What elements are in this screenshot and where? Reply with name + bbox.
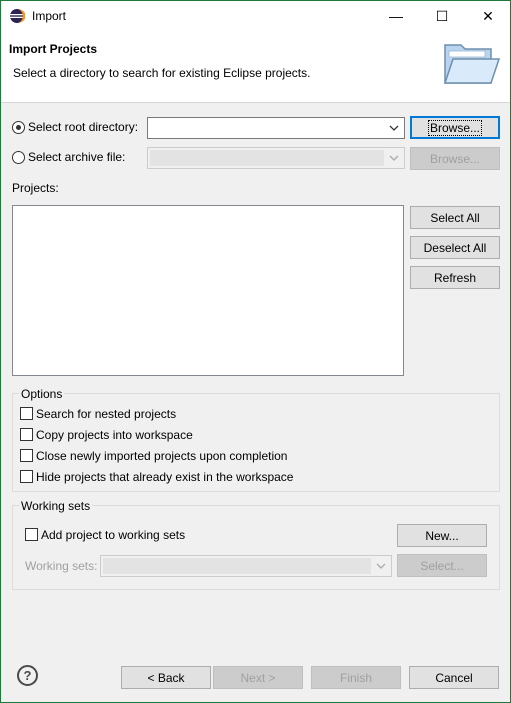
- back-button[interactable]: < Back: [121, 666, 211, 689]
- eclipse-icon: [10, 9, 25, 23]
- chevron-down-icon: [389, 155, 399, 161]
- working-sets-combo[interactable]: [100, 555, 392, 577]
- close-projects-label: Close newly imported projects upon compl…: [36, 449, 288, 463]
- archive-file-combo[interactable]: [147, 147, 405, 169]
- finish-button[interactable]: Finish: [311, 666, 401, 689]
- archive-file-label: Select archive file:: [28, 150, 126, 164]
- refresh-button[interactable]: Refresh: [410, 266, 500, 289]
- close-button[interactable]: ✕: [465, 1, 511, 31]
- help-icon-glyph: ?: [23, 668, 32, 683]
- working-sets-title: Working sets: [19, 499, 93, 513]
- working-sets-label: Working sets:: [25, 559, 98, 573]
- next-label: Next >: [240, 670, 276, 685]
- select-all-button[interactable]: Select All: [410, 206, 500, 229]
- hide-projects-label: Hide projects that already exist in the …: [36, 470, 294, 484]
- title-bar[interactable]: Import — ☐ ✕: [1, 1, 510, 31]
- archive-file-field: [150, 150, 384, 166]
- close-projects-checkbox[interactable]: [20, 449, 33, 462]
- next-button[interactable]: Next >: [213, 666, 303, 689]
- back-label: < Back: [147, 670, 185, 685]
- new-working-set-label: New...: [425, 528, 459, 543]
- select-working-set-label: Select...: [420, 558, 464, 573]
- root-browse-button[interactable]: Browse...: [410, 116, 500, 139]
- add-to-working-sets-label: Add project to working sets: [41, 528, 186, 542]
- archive-browse-button[interactable]: Browse...: [410, 147, 500, 170]
- hide-projects-checkbox[interactable]: [20, 470, 33, 483]
- help-icon[interactable]: ?: [17, 665, 38, 686]
- minimize-icon: —: [389, 8, 403, 24]
- chevron-down-icon: [376, 563, 386, 569]
- folder-open-icon: [443, 44, 501, 84]
- refresh-label: Refresh: [433, 270, 477, 285]
- archive-file-radio[interactable]: [12, 151, 25, 164]
- select-working-set-button[interactable]: Select...: [397, 554, 487, 577]
- search-nested-checkbox[interactable]: [20, 407, 33, 420]
- working-sets-group: [12, 505, 500, 590]
- close-icon: ✕: [482, 7, 494, 24]
- chevron-down-icon: [389, 125, 399, 131]
- projects-label: Projects:: [12, 181, 59, 195]
- add-to-working-sets-checkbox[interactable]: [25, 528, 38, 541]
- maximize-icon: ☐: [435, 7, 449, 24]
- root-directory-label: Select root directory:: [28, 120, 139, 134]
- page-description: Select a directory to search for existin…: [13, 66, 311, 80]
- deselect-all-button[interactable]: Deselect All: [410, 236, 500, 259]
- window-title: Import: [32, 9, 67, 23]
- working-sets-field: [103, 558, 371, 574]
- copy-projects-label: Copy projects into workspace: [36, 428, 193, 442]
- options-title: Options: [19, 387, 65, 401]
- copy-projects-checkbox[interactable]: [20, 428, 33, 441]
- wizard-header: Import Projects Select a directory to se…: [1, 31, 510, 103]
- projects-list[interactable]: [12, 205, 404, 376]
- root-browse-label: Browse...: [427, 119, 482, 136]
- import-dialog: Import — ☐ ✕ Import Projects Select a di…: [0, 0, 511, 703]
- maximize-button[interactable]: ☐: [419, 1, 465, 31]
- select-all-label: Select All: [430, 210, 480, 225]
- cancel-button[interactable]: Cancel: [409, 666, 499, 689]
- new-working-set-button[interactable]: New...: [397, 524, 487, 547]
- root-directory-radio[interactable]: [12, 121, 25, 134]
- minimize-button[interactable]: —: [373, 1, 419, 31]
- root-directory-combo[interactable]: [147, 117, 405, 139]
- finish-label: Finish: [339, 670, 372, 685]
- deselect-all-label: Deselect All: [423, 240, 487, 255]
- page-title: Import Projects: [9, 42, 98, 56]
- archive-browse-label: Browse...: [429, 151, 480, 166]
- search-nested-label: Search for nested projects: [36, 407, 177, 421]
- cancel-label: Cancel: [435, 670, 473, 685]
